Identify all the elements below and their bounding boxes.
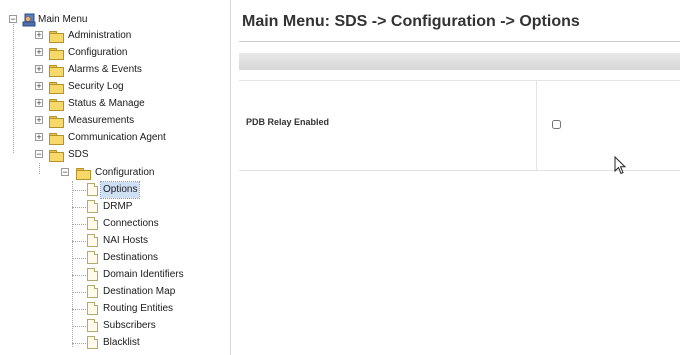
page-icon	[87, 183, 98, 196]
tree-label: Routing Entities	[103, 303, 174, 314]
tree-label: Alarms & Events	[68, 64, 142, 75]
tree-connector	[72, 309, 86, 310]
tree-label: Connections	[103, 218, 159, 229]
page-icon	[87, 200, 98, 213]
tree-label: DRMP	[103, 201, 133, 212]
tree-label: Subscribers	[103, 320, 156, 331]
page-icon	[87, 217, 98, 230]
expand-toggle[interactable]: +	[35, 133, 43, 142]
expand-toggle[interactable]: +	[35, 116, 43, 125]
tree-connector	[72, 292, 86, 293]
expand-toggle[interactable]: +	[35, 65, 43, 74]
tree-label: Configuration	[95, 167, 155, 178]
tree-label: Domain Identifiers	[103, 269, 184, 280]
expand-toggle[interactable]: +	[35, 99, 43, 108]
tree-label: Destination Map	[103, 286, 176, 297]
tree-label: Security Log	[68, 81, 124, 92]
page-icon	[87, 336, 98, 349]
main-menu-icon	[22, 13, 36, 27]
main-content: Main Menu: SDS -> Configuration -> Optio…	[232, 0, 680, 355]
page-icon	[87, 302, 98, 315]
expand-toggle[interactable]: +	[35, 31, 43, 40]
tree-label: Configuration	[68, 47, 128, 58]
tree-connector	[13, 24, 14, 153]
collapse-toggle[interactable]: −	[35, 150, 43, 159]
tree-label: Administration	[68, 30, 132, 41]
folder-icon	[49, 31, 64, 43]
tree-label: Main Menu	[38, 14, 88, 25]
page-icon	[87, 285, 98, 298]
folder-icon	[49, 65, 64, 77]
tree-label: NAI Hosts	[103, 235, 149, 246]
folder-icon	[49, 133, 64, 145]
tree-label: Blacklist	[103, 337, 140, 348]
pdb-relay-enabled-checkbox[interactable]	[552, 120, 561, 129]
collapse-toggle[interactable]: −	[9, 15, 17, 24]
tree-connector	[72, 190, 86, 191]
tree-label: Destinations	[103, 252, 159, 263]
page-icon	[87, 319, 98, 332]
tree-connector	[72, 258, 86, 259]
folder-open-icon	[76, 168, 91, 180]
mouse-cursor-icon	[614, 156, 627, 175]
tree-connector	[72, 275, 86, 276]
folder-icon	[49, 99, 64, 111]
page-icon	[87, 268, 98, 281]
tree-label: Status & Manage	[68, 98, 145, 109]
page-title: Main Menu: SDS -> Configuration -> Optio…	[242, 13, 580, 30]
tree-connector	[39, 163, 40, 174]
tree-connector	[72, 224, 86, 225]
expand-toggle[interactable]: +	[35, 82, 43, 91]
collapse-toggle[interactable]: −	[61, 168, 69, 177]
tree-connector	[72, 207, 86, 208]
folder-icon	[49, 82, 64, 94]
tree-label: Options	[99, 181, 141, 199]
folder-icon	[49, 116, 64, 128]
tree-connector	[72, 241, 86, 242]
page-icon	[87, 251, 98, 264]
tree-connector	[72, 181, 73, 347]
toolbar-band	[239, 53, 680, 70]
tree-connector	[72, 343, 86, 344]
tree-connector	[72, 326, 86, 327]
tree-label: SDS	[68, 149, 89, 160]
expand-toggle[interactable]: +	[35, 48, 43, 57]
column-divider	[536, 81, 537, 170]
folder-icon	[49, 48, 64, 60]
tree-label: Communication Agent	[68, 132, 166, 143]
navigation-tree: − Main Menu + Administration + Configura…	[0, 0, 231, 355]
title-divider	[239, 41, 680, 42]
folder-open-icon	[49, 150, 64, 162]
page-icon	[87, 234, 98, 247]
option-label: PDB Relay Enabled	[246, 117, 330, 127]
tree-label: Measurements	[68, 115, 135, 126]
